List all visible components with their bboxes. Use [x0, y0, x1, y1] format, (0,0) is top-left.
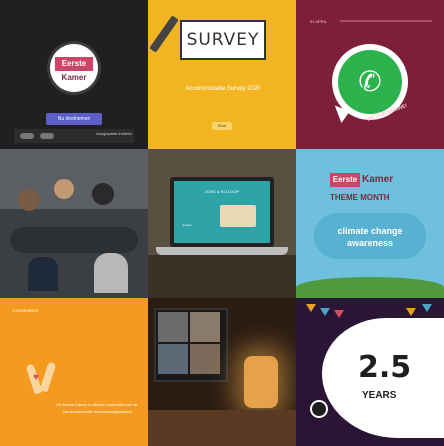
survey-subtitle: Accommodatie Survey 2020 — [185, 86, 261, 92]
brand-kamer: Kamer — [362, 174, 394, 185]
logo-word-eerste: Eerste — [55, 57, 93, 71]
brand-eerste: Eerste — [330, 173, 360, 187]
tile-theme-month: Eerste Kamer THEME MONTH climate change … — [296, 149, 444, 298]
person-head — [54, 179, 74, 199]
disco-ball-icon — [312, 402, 326, 416]
device-settings-label[interactable]: Aangepaste instellin — [96, 131, 142, 136]
person-body — [94, 253, 128, 293]
laptop-base — [156, 247, 288, 255]
mic-toggle[interactable] — [40, 133, 54, 139]
announcement-text: De Eerste Kamer is officieel onderdeel v… — [56, 402, 138, 414]
survey-sign: SURVEY — [180, 20, 266, 60]
bunting-flag — [422, 304, 432, 312]
lamp — [244, 356, 278, 408]
video-participant — [158, 344, 188, 374]
bunting-flag — [306, 304, 316, 312]
start-button[interactable]: Start — [212, 122, 232, 130]
anniversary-label: YEARS — [362, 390, 397, 401]
tile-anniversary: 2.5 YEARS — [296, 298, 444, 446]
image-collage: Eerste Kamer Nu deelnemen Aangepaste ins… — [0, 0, 444, 446]
tile-group-meeting-photo — [0, 149, 148, 298]
camera-toggle[interactable] — [20, 133, 34, 139]
bunting-flag — [406, 308, 416, 316]
person-body — [28, 257, 58, 291]
desk — [148, 255, 296, 298]
screen-title: ZOEK & RIJ LOOP — [204, 189, 239, 194]
pencil-icon — [149, 15, 179, 53]
bunting-flag — [320, 308, 330, 316]
tile-video-call — [148, 298, 296, 446]
date-label: 1 NOVEMBER — [12, 308, 39, 313]
phone-icon: ✆ — [358, 66, 382, 97]
tile-laptop-presentation: ZOEK & RIJ LOOP nieuwe — [148, 149, 296, 298]
join-now-button[interactable]: Nu deelnemen — [46, 113, 102, 125]
screen-label: nieuwe — [182, 223, 192, 227]
video-participant — [190, 312, 220, 342]
globe-ground — [296, 277, 444, 298]
meeting-table — [10, 227, 138, 253]
champagne-glass-icon — [39, 361, 57, 393]
heart-icon: ♥ — [33, 372, 39, 383]
desk — [148, 410, 296, 446]
video-participant — [158, 312, 188, 342]
tile-teams-join: Eerste Kamer Nu deelnemen Aangepaste ins… — [0, 0, 148, 149]
climate-text: climate change awareness — [337, 226, 403, 248]
theme-month-label: THEME MONTH — [330, 193, 390, 202]
tile-whatsapp: 21 APRIL ✆ WE ZIJN ONLINE! — [296, 0, 444, 149]
logo-word-kamer: Kamer — [61, 73, 87, 82]
tile-celebration: 1 NOVEMBER ♥ De Eerste Kamer is officiee… — [0, 298, 148, 446]
header-rule — [340, 20, 432, 22]
date-label: 21 APRIL — [310, 19, 327, 24]
person-head — [18, 189, 40, 211]
video-participant — [190, 344, 220, 374]
bunting-flag — [334, 310, 344, 318]
person-head — [92, 183, 114, 205]
tile-survey: SURVEY Accommodatie Survey 2020 Start — [148, 0, 296, 149]
anniversary-number: 2.5 — [358, 350, 412, 385]
screen-illustration — [220, 205, 256, 227]
